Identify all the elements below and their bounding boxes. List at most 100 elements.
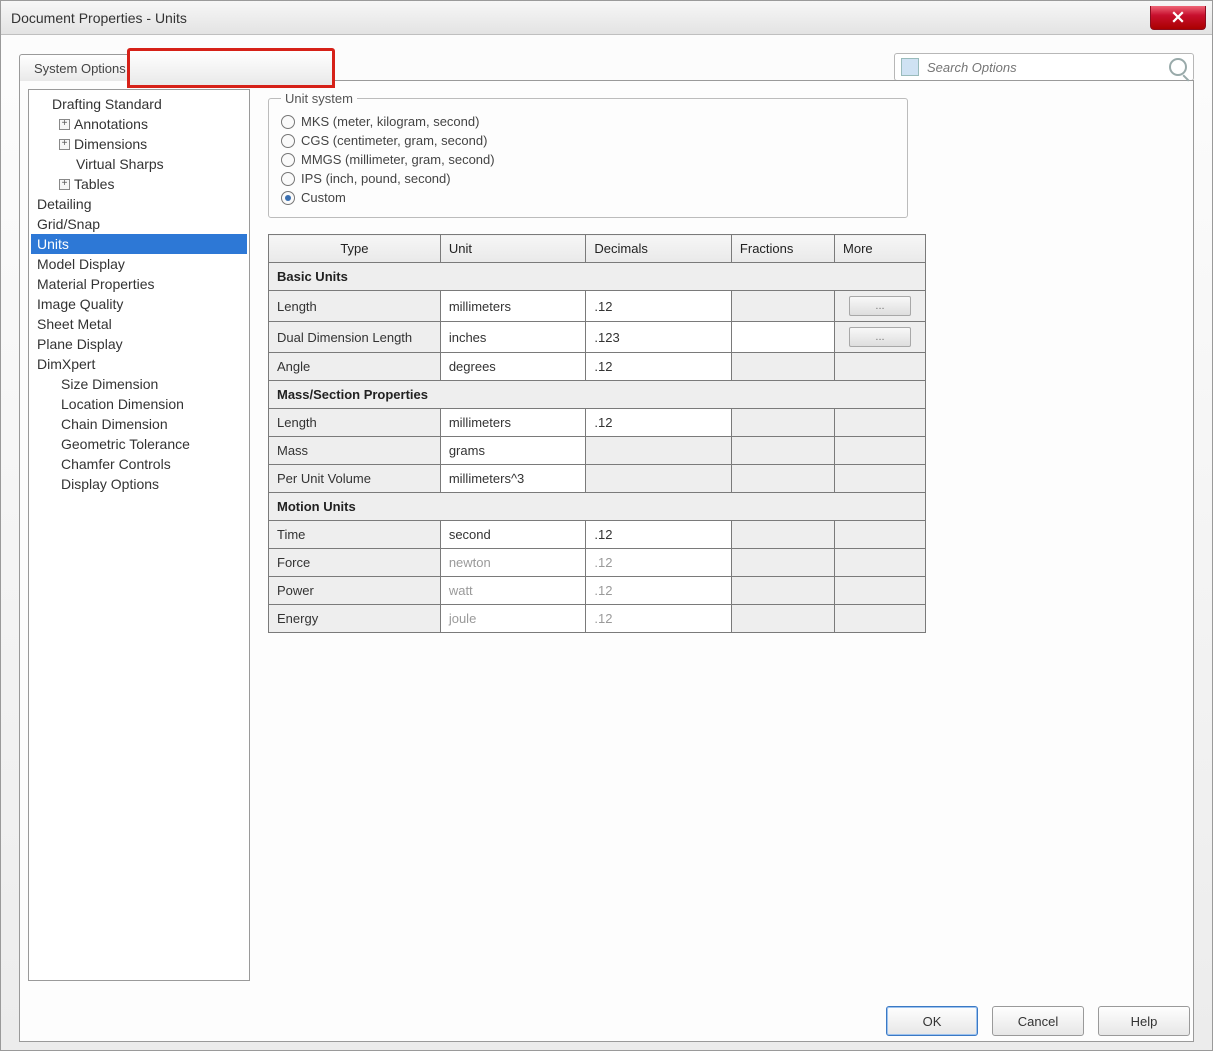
cell-unit: watt — [440, 577, 586, 605]
table-header-row: Type Unit Decimals Fractions More — [269, 235, 926, 263]
tree-drafting-standard[interactable]: Drafting Standard — [31, 94, 247, 114]
cell-decimals[interactable]: .12 — [586, 521, 732, 549]
row-dual-dimension: Dual Dimension Length inches .123 ... — [269, 322, 926, 353]
cell-decimals — [586, 437, 732, 465]
tab-system-options[interactable]: System Options — [19, 54, 141, 81]
dialog-footer: OK Cancel Help — [886, 1006, 1190, 1036]
row-force: Force newton .12 — [269, 549, 926, 577]
radio-cgs[interactable]: CGS (centimeter, gram, second) — [281, 131, 895, 150]
cell-fractions[interactable] — [731, 291, 834, 322]
cell-unit[interactable]: grams — [440, 437, 586, 465]
th-more: More — [835, 235, 926, 263]
cell-decimals: .12 — [586, 577, 732, 605]
tree-display-options[interactable]: Display Options — [31, 474, 247, 494]
expand-icon[interactable]: + — [59, 119, 70, 130]
row-time: Time second .12 — [269, 521, 926, 549]
radio-custom[interactable]: Custom — [281, 188, 895, 207]
group-basic-units: Basic Units — [269, 263, 926, 291]
units-table: Type Unit Decimals Fractions More Basic … — [268, 234, 926, 633]
more-button[interactable]: ... — [849, 296, 911, 316]
row-energy: Energy joule .12 — [269, 605, 926, 633]
th-unit: Unit — [440, 235, 586, 263]
cell-more — [835, 521, 926, 549]
radio-mks[interactable]: MKS (meter, kilogram, second) — [281, 112, 895, 131]
tree-detailing[interactable]: Detailing — [31, 194, 247, 214]
cell-fractions[interactable] — [731, 409, 834, 437]
cell-more — [835, 409, 926, 437]
tree-dimensions[interactable]: +Dimensions — [31, 134, 247, 154]
tree-units[interactable]: Units — [31, 234, 247, 254]
cell-fractions — [731, 521, 834, 549]
radio-ips[interactable]: IPS (inch, pound, second) — [281, 169, 895, 188]
cell-more — [835, 465, 926, 493]
tree-plane-display[interactable]: Plane Display — [31, 334, 247, 354]
expand-icon[interactable]: + — [59, 179, 70, 190]
cell-more — [835, 549, 926, 577]
titlebar: Document Properties - Units — [1, 1, 1212, 35]
row-power: Power watt .12 — [269, 577, 926, 605]
tree-grid-snap[interactable]: Grid/Snap — [31, 214, 247, 234]
main-panel: Drafting Standard +Annotations +Dimensio… — [19, 80, 1194, 1042]
cell-fractions[interactable] — [731, 353, 834, 381]
tree-sheet-metal[interactable]: Sheet Metal — [31, 314, 247, 334]
tree-geometric-tolerance[interactable]: Geometric Tolerance — [31, 434, 247, 454]
radio-mmgs[interactable]: MMGS (millimeter, gram, second) — [281, 150, 895, 169]
row-mass-length: Length millimeters .12 — [269, 409, 926, 437]
cell-unit[interactable]: millimeters — [440, 409, 586, 437]
cell-decimals — [586, 465, 732, 493]
cell-unit: newton — [440, 549, 586, 577]
row-mass: Mass grams — [269, 437, 926, 465]
th-fractions: Fractions — [731, 235, 834, 263]
search-scope-icon — [901, 58, 919, 76]
cell-fractions[interactable] — [731, 322, 834, 353]
cancel-button[interactable]: Cancel — [992, 1006, 1084, 1036]
row-angle: Angle degrees .12 — [269, 353, 926, 381]
cell-more — [835, 605, 926, 633]
cell-unit[interactable]: inches — [440, 322, 586, 353]
ok-button[interactable]: OK — [886, 1006, 978, 1036]
tree-location-dimension[interactable]: Location Dimension — [31, 394, 247, 414]
row-length: Length millimeters .12 ... — [269, 291, 926, 322]
dialog-body: System Options Document Properties Draft… — [1, 35, 1212, 1050]
tree-annotations[interactable]: +Annotations — [31, 114, 247, 134]
radio-icon — [281, 191, 295, 205]
cell-unit[interactable]: degrees — [440, 353, 586, 381]
cell-unit[interactable]: millimeters — [440, 291, 586, 322]
expand-icon[interactable]: + — [59, 139, 70, 150]
tree-model-display[interactable]: Model Display — [31, 254, 247, 274]
cell-fractions — [731, 465, 834, 493]
tree-size-dimension[interactable]: Size Dimension — [31, 374, 247, 394]
tree-virtual-sharps[interactable]: Virtual Sharps — [31, 154, 247, 174]
tab-document-properties[interactable]: Document Properties — [140, 54, 292, 81]
cell-decimals[interactable]: .12 — [586, 353, 732, 381]
th-decimals: Decimals — [586, 235, 732, 263]
cell-decimals[interactable]: .123 — [586, 322, 732, 353]
search-input[interactable] — [925, 59, 1163, 76]
unit-system-group: Unit system MKS (meter, kilogram, second… — [268, 91, 908, 218]
group-mass-section: Mass/Section Properties — [269, 381, 926, 409]
tree-dimxpert[interactable]: DimXpert — [31, 354, 247, 374]
help-button[interactable]: Help — [1098, 1006, 1190, 1036]
tree-chain-dimension[interactable]: Chain Dimension — [31, 414, 247, 434]
th-type: Type — [269, 235, 441, 263]
cell-more — [835, 577, 926, 605]
radio-icon — [281, 153, 295, 167]
search-options[interactable] — [894, 53, 1194, 81]
cell-unit[interactable]: second — [440, 521, 586, 549]
cell-unit[interactable]: millimeters^3 — [440, 465, 586, 493]
tree-image-quality[interactable]: Image Quality — [31, 294, 247, 314]
more-button[interactable]: ... — [849, 327, 911, 347]
cell-decimals[interactable]: .12 — [586, 409, 732, 437]
group-motion-units: Motion Units — [269, 493, 926, 521]
tree-tables[interactable]: +Tables — [31, 174, 247, 194]
tree-chamfer-controls[interactable]: Chamfer Controls — [31, 454, 247, 474]
tree-material-properties[interactable]: Material Properties — [31, 274, 247, 294]
cell-decimals: .12 — [586, 605, 732, 633]
dialog-window: Document Properties - Units System Optio… — [0, 0, 1213, 1051]
search-icon — [1169, 58, 1187, 76]
category-tree[interactable]: Drafting Standard +Annotations +Dimensio… — [28, 89, 250, 981]
row-per-unit-volume: Per Unit Volume millimeters^3 — [269, 465, 926, 493]
close-button[interactable] — [1150, 6, 1206, 30]
cell-decimals[interactable]: .12 — [586, 291, 732, 322]
tab-strip: System Options Document Properties — [19, 54, 291, 81]
